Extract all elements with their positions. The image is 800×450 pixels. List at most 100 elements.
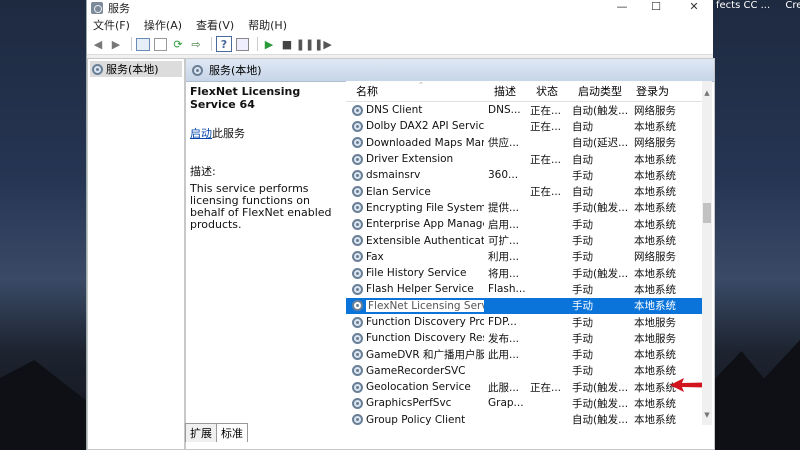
gear-icon — [352, 186, 363, 198]
show-tree-icon[interactable] — [136, 37, 150, 51]
cell-name: Fax — [346, 251, 484, 263]
menu-action[interactable]: 操作(A) — [144, 17, 182, 33]
table-row[interactable]: dsmainsrv 360... 手动 本地系统 — [346, 167, 712, 183]
column-header-description[interactable]: 描述 — [484, 83, 526, 99]
cell-status: 正在... — [530, 381, 562, 394]
table-row[interactable]: DNS Client DNS... 正在... 自动(触发... 网络服务 — [346, 102, 712, 118]
tab-extended[interactable]: 扩展 — [185, 423, 217, 442]
cell-startup-type: 手动(触发... — [572, 381, 629, 394]
tree-item-label: 服务(本地) — [106, 63, 159, 76]
cell-name: Driver Extension — [346, 153, 484, 165]
menu-file[interactable]: 文件(F) — [93, 17, 130, 33]
gear-icon — [352, 397, 363, 409]
menu-help[interactable]: 帮助(H) — [248, 17, 287, 33]
table-row[interactable]: Function Discovery Resour... 发布... 手动 本地服务 — [346, 330, 712, 346]
table-row[interactable]: Encrypting File System (EFS) 提供... 手动(触发..… — [346, 200, 712, 216]
panel-header-label: 服务(本地) — [209, 64, 262, 77]
table-row[interactable]: Dolby DAX2 API Service 正在... 自动 本地系统 — [346, 118, 712, 134]
start-service-link[interactable]: 启动 — [190, 127, 212, 140]
service-name: Group Policy Client — [366, 413, 466, 425]
column-header-status[interactable]: 状态 — [526, 83, 568, 99]
table-row[interactable]: Enterprise App Manageme... 启用... 手动 本地系统 — [346, 216, 712, 232]
cell-name: Function Discovery Provide... — [346, 316, 484, 328]
scroll-up-icon[interactable]: ▲ — [702, 89, 712, 97]
table-row[interactable]: Fax 利用... 手动 网络服务 — [346, 249, 712, 265]
service-name: Flash Helper Service — [366, 283, 474, 296]
scroll-thumb[interactable] — [703, 203, 711, 223]
window-title: 服务 — [108, 2, 130, 15]
properties-icon[interactable] — [236, 37, 249, 51]
cell-name: Downloaded Maps Manager — [346, 137, 484, 149]
gear-icon — [352, 267, 363, 279]
cell-description: FDP... — [488, 316, 517, 328]
service-name: GraphicsPerfSvc — [366, 397, 452, 410]
gear-icon — [352, 218, 363, 230]
forward-icon[interactable]: ▶ — [109, 37, 123, 51]
minimize-icon[interactable]: — — [605, 0, 639, 16]
restart-service-icon[interactable]: ❚▶ — [314, 37, 332, 51]
list-icon[interactable] — [154, 37, 167, 51]
table-row[interactable]: Flash Helper Service Flash... 手动 本地系统 — [346, 281, 712, 297]
console-tree: 服务(本地) — [87, 58, 185, 450]
cell-startup-type: 自动(触发... — [572, 104, 629, 117]
cell-startup-type: 自动 — [572, 120, 593, 133]
services-window: 服务 — ☐ ✕ 文件(F) 操作(A) 查看(V) 帮助(H) ◀ ▶ ⟳ ⇨… — [86, 0, 715, 450]
column-header-startup-type[interactable]: 启动类型 — [568, 83, 626, 99]
cell-logon-as: 本地系统 — [634, 218, 676, 231]
table-row[interactable]: GameRecorderSVC 手动 本地系统 — [346, 363, 712, 379]
cell-description: 可扩... — [488, 235, 520, 248]
gear-icon — [352, 365, 363, 377]
cell-startup-type: 手动 — [572, 332, 593, 345]
table-row[interactable]: Elan Service 正在... 自动 本地系统 — [346, 183, 712, 199]
gear-icon — [192, 64, 203, 76]
cell-startup-type: 手动(触发... — [572, 397, 629, 410]
scroll-down-icon[interactable]: ▼ — [702, 411, 712, 419]
service-name: Fax — [366, 250, 384, 263]
refresh-icon[interactable]: ⟳ — [171, 37, 185, 51]
cell-description: 此服... — [488, 381, 520, 394]
table-row[interactable]: Downloaded Maps Manager 供应... 自动(延迟... 网络服务 — [346, 135, 712, 151]
desktop-app-labels: fects CC ... Creati — [714, 0, 800, 14]
maximize-icon[interactable]: ☐ — [639, 0, 673, 16]
table-row[interactable]: Geolocation Service 此服... 正在... 手动(触发... 本地系… — [346, 379, 712, 395]
cell-startup-type: 手动 — [572, 300, 593, 313]
panel-header: 服务(本地) — [186, 59, 714, 82]
services-table: ⌃ 名称 描述 状态 启动类型 登录为 DNS Client DNS... 正在..… — [346, 81, 712, 425]
cell-name: Geolocation Service — [346, 381, 484, 393]
column-header-logon-as[interactable]: 登录为 — [626, 83, 686, 99]
help-icon[interactable]: ? — [216, 36, 232, 52]
back-icon[interactable]: ◀ — [91, 37, 105, 51]
close-icon[interactable]: ✕ — [677, 0, 711, 16]
service-name: Extensible Authentication ... — [366, 234, 484, 247]
cell-startup-type: 手动 — [572, 365, 593, 378]
gear-icon — [352, 300, 363, 312]
table-row[interactable]: Function Discovery Provide... FDP... 手动 本地服… — [346, 314, 712, 330]
table-row[interactable]: FlexNet Licensing Service 64 手动 本地系统 — [346, 297, 712, 314]
stop-service-icon[interactable]: ■ — [280, 37, 294, 51]
sort-arrow-icon: ⌃ — [418, 81, 424, 89]
table-row[interactable]: GameDVR 和广播用户服务... 此用... 手动 本地系统 — [346, 346, 712, 362]
pause-service-icon[interactable]: ❚❚ — [296, 37, 314, 51]
table-row[interactable]: Extensible Authentication ... 可扩... 手动 本地系统 — [346, 232, 712, 248]
tab-standard[interactable]: 标准 — [216, 423, 248, 442]
vertical-scrollbar[interactable]: ▲ ▼ — [702, 81, 712, 425]
service-name: Dolby DAX2 API Service — [366, 120, 484, 133]
export-list-icon[interactable]: ⇨ — [189, 37, 203, 51]
title-bar[interactable]: 服务 — ☐ ✕ — [87, 0, 713, 16]
cell-name: Extensible Authentication ... — [346, 235, 484, 247]
table-row[interactable]: GraphicsPerfSvc Grap... 手动(触发... 本地系统 — [346, 395, 712, 411]
table-row[interactable]: Driver Extension 正在... 自动 本地系统 — [346, 151, 712, 167]
desktop-app-label[interactable]: Creati — [785, 0, 800, 11]
table-row[interactable]: File History Service 将用... 手动(触发... 本地系统 — [346, 265, 712, 281]
cell-startup-type: 手动 — [572, 251, 593, 264]
cell-startup-type: 手动(触发... — [572, 202, 629, 215]
column-header-name[interactable]: 名称 — [346, 83, 484, 99]
start-service-icon[interactable]: ▶ — [262, 37, 276, 51]
menu-view[interactable]: 查看(V) — [196, 17, 234, 33]
cell-description: DNS... — [488, 104, 521, 117]
cell-name: DNS Client — [346, 104, 484, 116]
cell-startup-type: 手动 — [572, 235, 593, 248]
desktop-app-label[interactable]: fects CC ... — [716, 0, 770, 11]
tree-item-services-local[interactable]: 服务(本地) — [90, 61, 182, 77]
table-row[interactable]: Group Policy Client 自动(触发... 本地系统 — [346, 412, 712, 425]
